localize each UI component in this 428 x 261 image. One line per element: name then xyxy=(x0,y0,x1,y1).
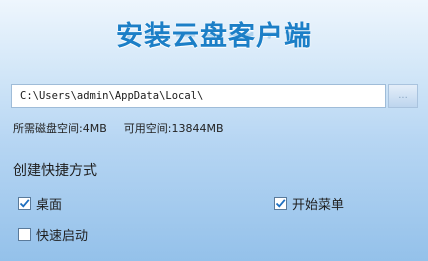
install-path-input[interactable] xyxy=(11,84,386,108)
checkmark-icon xyxy=(275,199,286,208)
checkmark-icon xyxy=(19,199,30,208)
available-space-value: 13844MB xyxy=(171,122,224,135)
required-space-label: 所需磁盘空间: xyxy=(13,122,83,135)
shortcuts-section-title: 创建快捷方式 xyxy=(13,163,97,179)
available-space-label: 可用空间: xyxy=(123,122,172,135)
start-menu-checkbox[interactable]: 开始菜单 xyxy=(274,194,344,213)
browse-button[interactable]: ... xyxy=(388,84,418,108)
required-space-value: 4MB xyxy=(82,122,107,135)
quick-launch-label: 快速启动 xyxy=(36,229,89,244)
checkbox-box[interactable] xyxy=(18,197,31,210)
install-path-row: ... xyxy=(11,84,418,110)
disk-space-info: 所需磁盘空间:4MB 可用空间:13844MB xyxy=(13,120,224,136)
start-menu-label: 开始菜单 xyxy=(292,198,345,213)
checkbox-box[interactable] xyxy=(274,197,287,210)
desktop-shortcut-checkbox[interactable]: 桌面 xyxy=(18,194,62,213)
checkbox-box[interactable] xyxy=(18,228,31,241)
desktop-shortcut-label: 桌面 xyxy=(36,198,63,213)
installer-window: 安装云盘客户端 安装云盘客户端 ... 所需磁盘空间:4MB可用空间:13844… xyxy=(0,0,428,261)
installer-title: 安装云盘客户端 xyxy=(116,21,312,52)
quick-launch-checkbox[interactable]: 快速启动 xyxy=(18,225,88,244)
